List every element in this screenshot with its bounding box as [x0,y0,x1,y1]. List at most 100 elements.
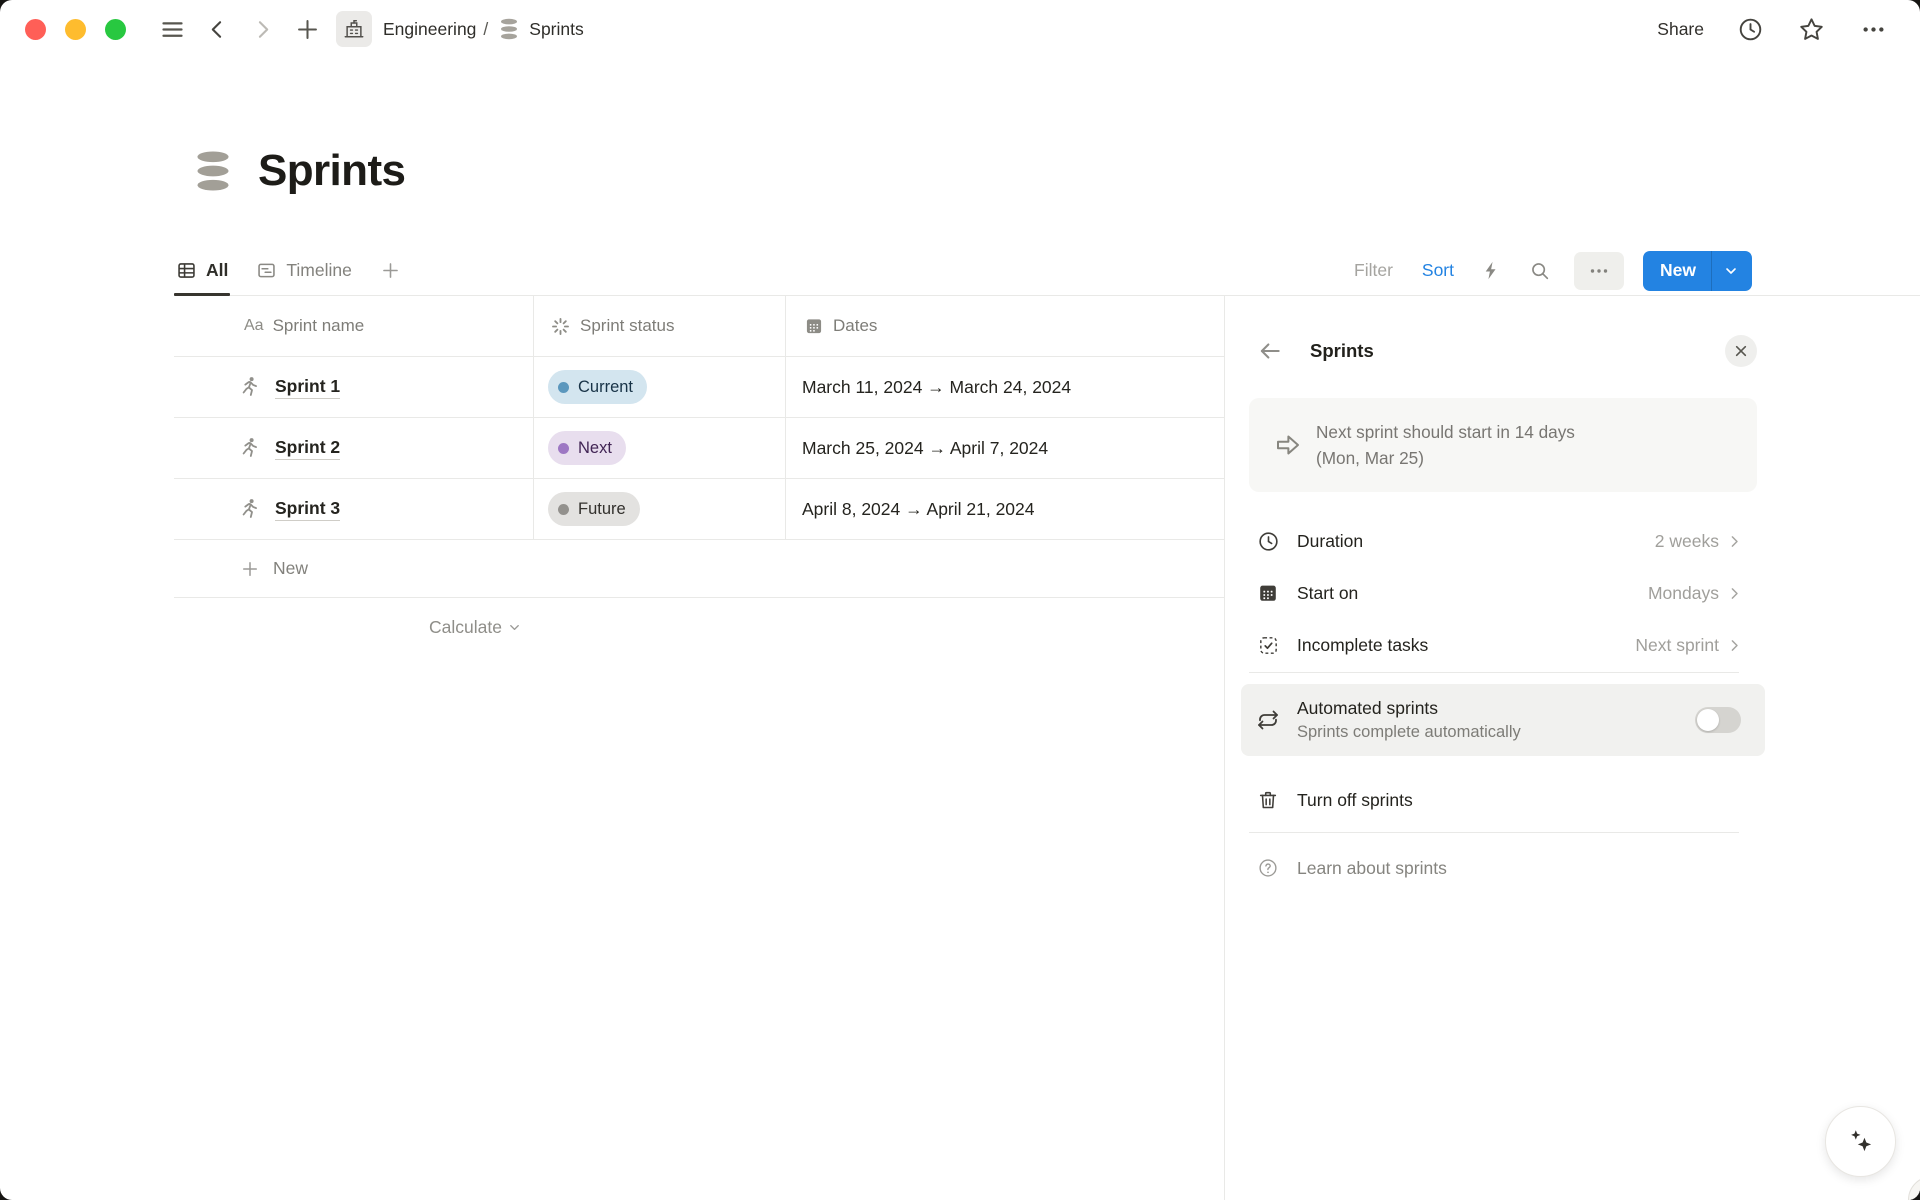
dates-cell[interactable]: March 11, 2024 → March 24, 2024 [786,357,1224,417]
database-icon [497,17,521,41]
page-title[interactable]: Sprints [258,146,405,196]
sparkles-icon [1845,1126,1877,1158]
toggle-knob [1697,709,1719,731]
new-button[interactable]: New [1643,251,1752,291]
calculate-button[interactable]: Calculate [174,598,534,656]
automated-sprints-toggle[interactable] [1695,707,1741,733]
search-icon[interactable] [1529,260,1551,282]
history-clock-icon[interactable] [1737,16,1764,43]
automations-bolt-icon[interactable] [1481,260,1502,281]
setting-duration[interactable]: Duration 2 weeks [1249,515,1757,567]
dates-cell[interactable]: March 25, 2024 → April 7, 2024 [786,418,1224,478]
status-badge[interactable]: Current [548,370,647,404]
notice-line-2: (Mon, Mar 25) [1316,445,1575,472]
clock-icon [1256,530,1280,553]
new-page-icon[interactable] [292,14,322,44]
chevron-right-icon [1726,585,1743,602]
automated-sprints-label: Automated sprints [1297,698,1521,719]
tab-timeline-label: Timeline [286,260,351,281]
status-dot [558,443,569,454]
notion-window: Engineering / Sprints Share Sprints [0,0,1920,1200]
teamspace-building-icon[interactable] [336,11,372,47]
column-header-sprint-name[interactable]: Aa Sprint name [174,296,534,356]
repeat-icon [1256,708,1280,732]
sort-button[interactable]: Sort [1422,260,1454,281]
setting-value: Next sprint [1635,635,1719,656]
sprint-name-link[interactable]: Sprint 2 [275,437,340,460]
status-dot [558,382,569,393]
panel-back-arrow-icon[interactable] [1257,338,1283,364]
breadcrumb: Engineering / Sprints [336,11,584,47]
runner-icon [238,436,262,460]
tab-timeline[interactable]: Timeline [254,245,353,296]
trash-icon [1256,789,1280,811]
column-header-sprint-status[interactable]: Sprint status [534,296,786,356]
share-button[interactable]: Share [1657,19,1704,40]
plus-icon [240,559,260,579]
calendar-icon [804,316,824,336]
turn-off-sprints-button[interactable]: Turn off sprints [1249,774,1739,826]
sidebar-menu-icon[interactable] [157,14,187,44]
breadcrumb-workspace[interactable]: Engineering [383,19,476,40]
table-row: Sprint 1 Current March 11, 2024 → March … [174,357,1224,418]
zoom-window-button[interactable] [105,19,126,40]
minimize-window-button[interactable] [65,19,86,40]
runner-icon [238,375,262,399]
new-row-button[interactable]: New [174,540,1224,598]
window-top-bar: Engineering / Sprints Share [0,0,1920,58]
tab-all[interactable]: All [174,245,230,296]
sprint-status-cell[interactable]: Current [534,357,786,417]
tab-all-label: All [206,260,228,281]
learn-about-sprints-link[interactable]: Learn about sprints [1249,842,1739,894]
sprint-name-link[interactable]: Sprint 1 [275,376,340,399]
arrow-right-outline-icon [1273,430,1303,460]
table-header-row: Aa Sprint name Sprint status Dates [174,296,1224,357]
new-button-label: New [1643,260,1711,281]
traffic-lights [0,19,126,40]
automated-sprints-row[interactable]: Automated sprints Sprints complete autom… [1241,684,1765,756]
calendar-icon [1256,582,1280,604]
page-database-icon [190,148,236,194]
chevron-down-icon [507,620,522,635]
status-dot [558,504,569,515]
panel-close-icon[interactable] [1725,335,1757,367]
view-options-icon[interactable] [1574,252,1624,290]
sprint-name-link[interactable]: Sprint 3 [275,498,340,521]
dashed-checkbox-icon [1256,634,1280,657]
ai-assistant-button[interactable] [1825,1106,1896,1177]
panel-divider [1249,672,1739,673]
back-icon[interactable] [202,14,232,44]
text-type-icon: Aa [244,317,264,335]
view-bar: All Timeline Filter Sort [0,245,1920,296]
table-row: Sprint 2 Next March 25, 2024 → April 7, … [174,418,1224,479]
column-header-dates[interactable]: Dates [786,296,1224,356]
breadcrumb-separator: / [483,19,488,40]
question-circle-icon [1256,857,1280,879]
status-spinner-icon [550,316,571,337]
forward-icon[interactable] [247,14,277,44]
add-view-icon[interactable] [380,260,401,281]
breadcrumb-page[interactable]: Sprints [529,19,583,40]
favorite-star-icon[interactable] [1797,15,1826,44]
sprint-name-cell[interactable]: Sprint 2 [174,418,534,478]
setting-start-on[interactable]: Start on Mondays [1249,567,1757,619]
panel-title: Sprints [1310,340,1374,362]
new-button-chevron-down-icon[interactable] [1712,263,1752,279]
sprints-table: Aa Sprint name Sprint status Dates [0,296,1224,1200]
table-view-icon [176,260,197,281]
filter-button[interactable]: Filter [1354,260,1393,281]
timeline-view-icon [256,260,277,281]
close-window-button[interactable] [25,19,46,40]
setting-incomplete-tasks[interactable]: Incomplete tasks Next sprint [1249,619,1757,671]
sprint-status-cell[interactable]: Future [534,479,786,539]
sprint-settings-panel: Sprints Next sprint should start in 14 d… [1224,296,1920,1200]
more-options-icon[interactable] [1859,15,1888,44]
chevron-right-icon [1726,533,1743,550]
automated-sprints-description: Sprints complete automatically [1297,723,1521,742]
status-badge[interactable]: Next [548,431,626,465]
sprint-name-cell[interactable]: Sprint 3 [174,479,534,539]
sprint-name-cell[interactable]: Sprint 1 [174,357,534,417]
sprint-status-cell[interactable]: Next [534,418,786,478]
dates-cell[interactable]: April 8, 2024 → April 21, 2024 [786,479,1224,539]
status-badge[interactable]: Future [548,492,640,526]
